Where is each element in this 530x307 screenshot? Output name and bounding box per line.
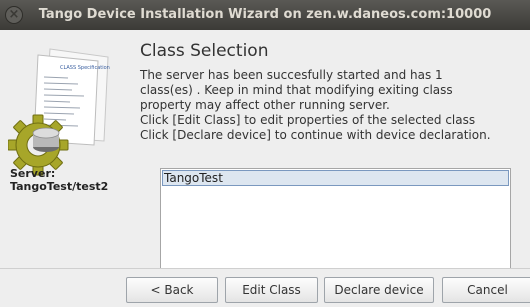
close-button[interactable]: × bbox=[5, 6, 23, 24]
description-line: Click [Edit Class] to edit properties of… bbox=[140, 113, 476, 127]
declare-device-button[interactable]: Declare device bbox=[324, 277, 434, 303]
description-line: property may affect other running server… bbox=[140, 98, 390, 112]
button-bar: < Back Edit Class Declare device Cancel bbox=[0, 268, 530, 307]
server-value: TangoTest/test2 bbox=[10, 180, 109, 193]
window-title: Tango Device Installation Wizard on zen.… bbox=[38, 7, 492, 22]
list-item-selected[interactable]: TangoTest bbox=[162, 170, 509, 186]
title-bar: × Tango Device Installation Wizard on ze… bbox=[0, 0, 530, 30]
gear-icon bbox=[8, 114, 69, 176]
description: The server has been succesfully started … bbox=[140, 68, 515, 143]
description-line: Click [Declare device] to continue with … bbox=[140, 128, 491, 142]
server-info: Server: TangoTest/test2 bbox=[10, 167, 108, 193]
edit-class-button[interactable]: Edit Class bbox=[225, 277, 318, 303]
wizard-content: CLASS Specification Server: TangoTest/te… bbox=[0, 30, 530, 289]
description-line: class(es) . Keep in mind that modifying … bbox=[140, 83, 453, 97]
page-title: Class Selection bbox=[140, 41, 269, 61]
close-icon: × bbox=[8, 7, 20, 22]
description-line: The server has been succesfully started … bbox=[140, 68, 443, 82]
doc-caption: CLASS Specification bbox=[60, 65, 110, 71]
cancel-button[interactable]: Cancel bbox=[442, 277, 530, 303]
server-label: Server: bbox=[10, 167, 56, 180]
wizard-illustration: CLASS Specification bbox=[8, 48, 110, 176]
back-button[interactable]: < Back bbox=[126, 277, 218, 303]
